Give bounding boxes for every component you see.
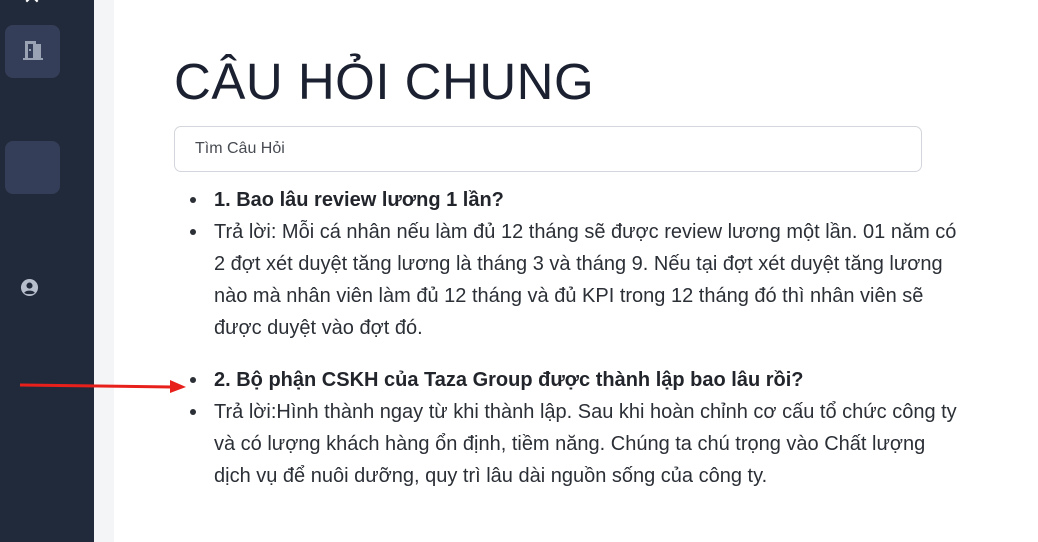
search-input[interactable]	[174, 126, 922, 172]
faq-question[interactable]: 1. Bao lâu review lương 1 lần?	[190, 184, 964, 216]
faq-answer: Trả lời: Mỗi cá nhân nếu làm đủ 12 tháng…	[190, 216, 964, 344]
sidebar-item-blank[interactable]	[5, 141, 60, 194]
content-gutter	[94, 0, 114, 542]
door-icon	[23, 41, 43, 60]
faq-list: 1. Bao lâu review lương 1 lần? Trả lời: …	[174, 184, 964, 492]
main-content: CÂU HỎI CHUNG 1. Bao lâu review lương 1 …	[114, 0, 1038, 542]
page-title: CÂU HỎI CHUNG	[174, 53, 595, 110]
faq-answer: Trả lời:Hình thành ngay từ khi thành lập…	[190, 396, 964, 492]
faq-question[interactable]: 2. Bộ phận CSKH của Taza Group được thàn…	[190, 364, 964, 396]
close-icon[interactable]: ✕	[20, 0, 44, 9]
user-circle-icon[interactable]	[20, 278, 39, 302]
annotation-arrow-icon	[19, 380, 186, 393]
sidebar-item-exit[interactable]	[5, 25, 60, 78]
sidebar: ✕	[0, 0, 94, 542]
